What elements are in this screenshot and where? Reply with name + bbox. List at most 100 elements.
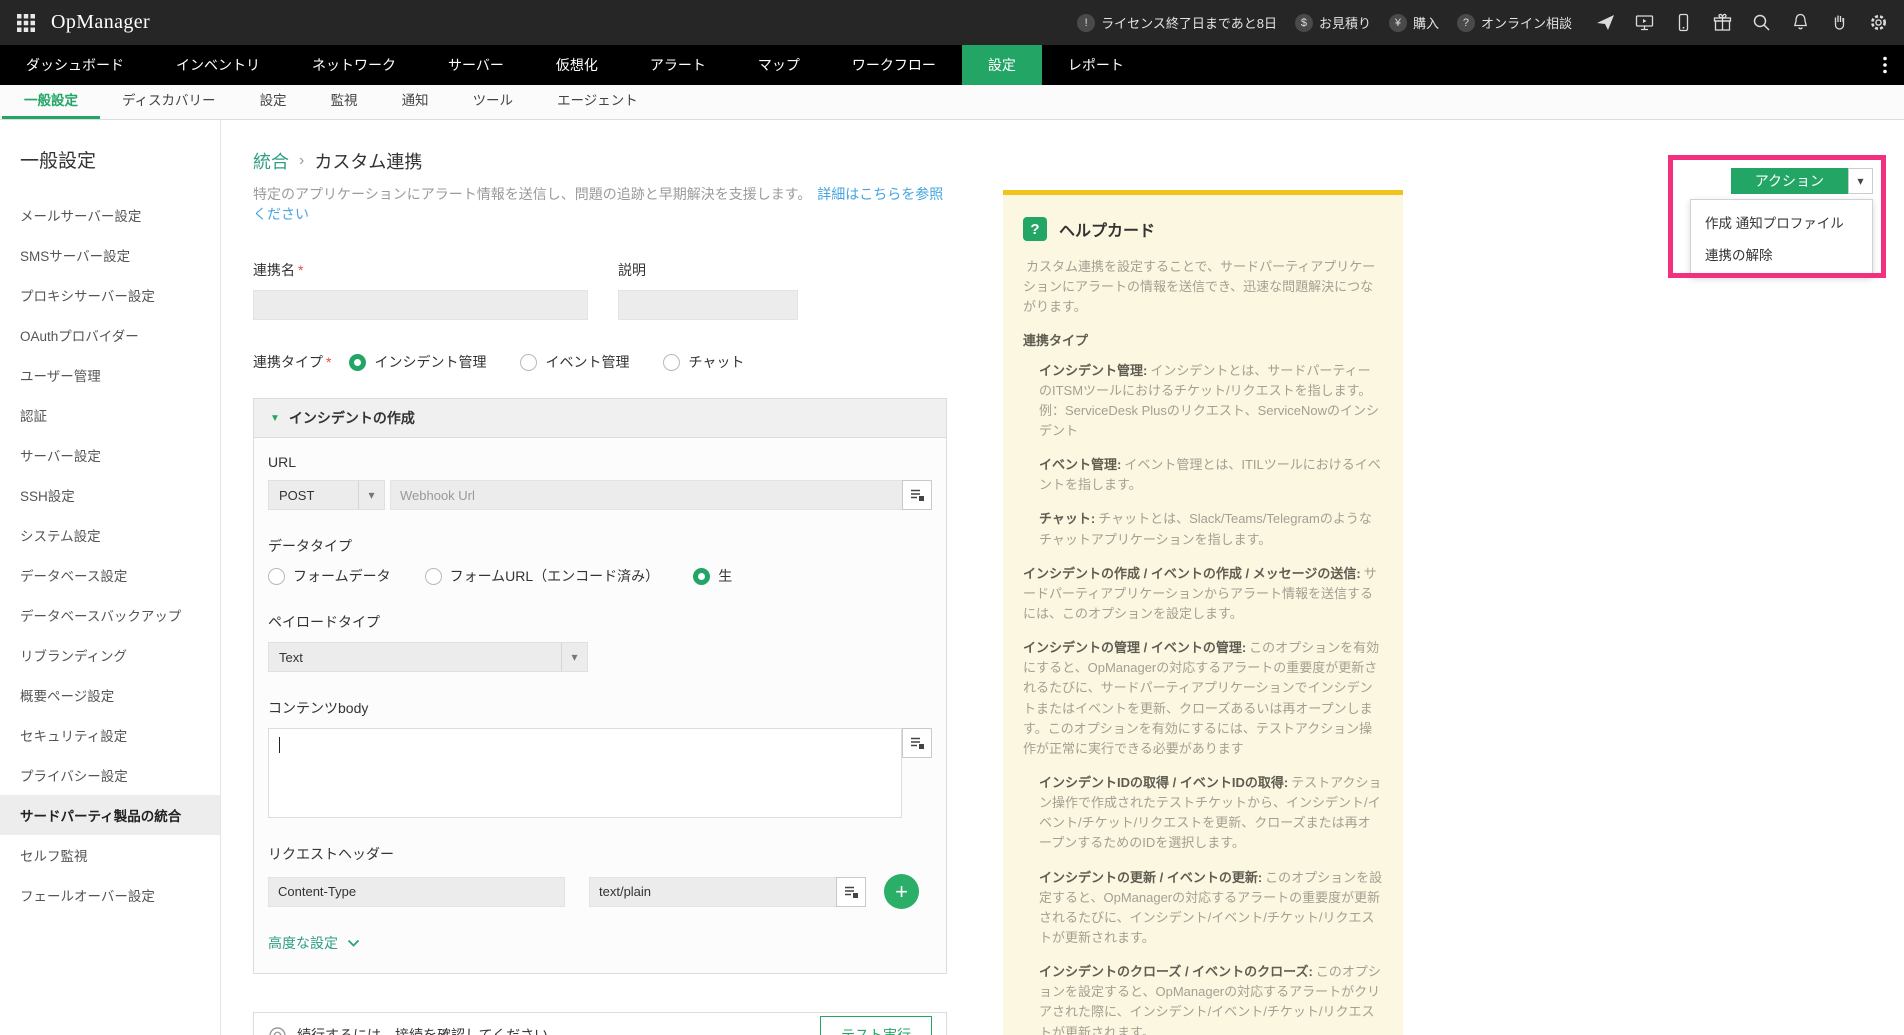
header-value-wrap — [589, 877, 866, 907]
insert-variable-icon — [843, 884, 859, 900]
notice-badge-icon: ! — [1077, 14, 1095, 32]
description-input[interactable] — [618, 290, 798, 320]
sidebar-item[interactable]: SMSサーバー設定 — [0, 235, 220, 275]
sidebar-item[interactable]: 認証 — [0, 395, 220, 435]
action-menu-item[interactable]: 作成 通知プロファイル — [1691, 206, 1872, 238]
help-card: ? ヘルプカード カスタム連携を設定することで、サードパーティアプリケーションに… — [1003, 190, 1403, 1035]
header-name-input[interactable] — [268, 877, 565, 907]
http-method-select[interactable]: POST ▾ — [268, 480, 385, 510]
page-title: カスタム連携 — [314, 148, 422, 174]
nav-item[interactable]: マップ — [732, 45, 826, 85]
advanced-settings-link[interactable]: 高度な設定 — [268, 933, 932, 953]
breadcrumb-parent-link[interactable]: 統合 — [253, 148, 289, 174]
nav-item[interactable]: レポート — [1042, 45, 1150, 85]
add-header-button[interactable]: + — [884, 874, 919, 909]
subnav-item[interactable]: 通知 — [380, 85, 451, 119]
bell-icon[interactable] — [1791, 13, 1810, 32]
webhook-url-input[interactable] — [390, 480, 902, 510]
action-menu-item[interactable]: 連携の解除 — [1691, 238, 1872, 270]
subnav-item[interactable]: 一般設定 — [2, 85, 100, 119]
sidebar-item[interactable]: データベース設定 — [0, 555, 220, 595]
sidebar-item[interactable]: システム設定 — [0, 515, 220, 555]
nav-item[interactable]: ワークフロー — [826, 45, 962, 85]
test-run-button[interactable]: テスト実行 — [820, 1016, 932, 1035]
notice-badge-icon: $ — [1295, 14, 1313, 32]
help-card-paragraph: イベント管理:イベント管理とは、ITILツールにおけるイベントを指します。 — [1039, 455, 1383, 495]
sidebar-item[interactable]: サードパーティ製品の統合 — [0, 795, 220, 835]
topbar-notice[interactable]: $ お見積り — [1295, 13, 1371, 32]
radio-icon — [693, 568, 710, 585]
help-card-paragraph: インシデントの作成 / イベントの作成 / メッセージの送信:サードパーティアプ… — [1023, 564, 1383, 624]
sidebar-item[interactable]: OAuthプロバイダー — [0, 315, 220, 355]
sidebar-item[interactable]: サーバー設定 — [0, 435, 220, 475]
radio-label: 生 — [718, 566, 732, 586]
nav-item[interactable]: インベントリ — [150, 45, 286, 85]
topbar-notice[interactable]: ! ライセンス終了日まであと8日 — [1077, 13, 1277, 32]
subnav-item[interactable]: ディスカバリー — [100, 85, 238, 119]
sidebar-item[interactable]: セルフ監視 — [0, 835, 220, 875]
radio-icon — [520, 354, 537, 371]
help-card-body: カスタム連携を設定することで、サードパーティアプリケーションにアラートの情報を送… — [1023, 257, 1383, 1035]
search-icon[interactable] — [1752, 13, 1771, 32]
insert-variable-button[interactable] — [902, 728, 932, 758]
nav-item[interactable]: サーバー — [422, 45, 530, 85]
subnav-item[interactable]: エージェント — [535, 85, 660, 119]
integration-type-radio[interactable]: チャット — [663, 352, 744, 372]
phone-icon[interactable] — [1674, 13, 1693, 32]
content-body-textarea[interactable] — [268, 728, 902, 818]
presentation-icon[interactable] — [1635, 13, 1654, 32]
radio-label: チャット — [688, 352, 744, 372]
subnav-item[interactable]: ツール — [451, 85, 536, 119]
hand-icon[interactable] — [1830, 13, 1849, 32]
action-button[interactable]: アクション — [1731, 168, 1848, 194]
insert-variable-button[interactable] — [836, 877, 866, 907]
integration-type-radio[interactable]: イベント管理 — [520, 352, 629, 372]
sidebar-item[interactable]: 概要ページ設定 — [0, 675, 220, 715]
chevron-down-icon: ▾ — [358, 481, 384, 509]
nav-item[interactable]: 仮想化 — [530, 45, 624, 85]
nav-item[interactable]: アラート — [624, 45, 732, 85]
integration-name-field: 連携名* — [253, 260, 588, 320]
integration-name-input[interactable] — [253, 290, 588, 320]
integration-type-radio[interactable]: インシデント管理 — [349, 352, 486, 372]
datatype-radio[interactable]: 生 — [693, 566, 732, 586]
payload-type-select[interactable]: Text ▾ — [268, 642, 588, 672]
sidebar-item[interactable]: セキュリティ設定 — [0, 715, 220, 755]
nav-item[interactable]: ネットワーク — [286, 45, 422, 85]
gear-icon[interactable] — [1869, 13, 1888, 32]
sidebar-item[interactable]: リブランディング — [0, 635, 220, 675]
datatype-radio[interactable]: フォームURL（エンコード済み） — [425, 566, 660, 586]
incident-create-header[interactable]: ▼ インシデントの作成 — [254, 399, 946, 438]
nav-item[interactable]: ダッシュボード — [0, 45, 150, 85]
description-label: 説明 — [618, 260, 798, 280]
sidebar-item[interactable]: SSH設定 — [0, 475, 220, 515]
paper-plane-icon[interactable] — [1596, 13, 1615, 32]
overflow-menu-icon[interactable] — [1866, 45, 1904, 85]
url-row: POST ▾ — [268, 480, 932, 510]
sidebar-item[interactable]: プライバシー設定 — [0, 755, 220, 795]
radio-label: フォームURL（エンコード済み） — [450, 566, 660, 586]
sidebar-item[interactable]: ユーザー管理 — [0, 355, 220, 395]
apps-grid-icon[interactable] — [16, 13, 36, 33]
sidebar-item[interactable]: メールサーバー設定 — [0, 195, 220, 235]
action-area: アクション ▾ 作成 通知プロファイル連携の解除 — [1690, 168, 1873, 277]
help-card-paragraph: 連携タイプ — [1023, 331, 1383, 351]
action-dropdown-toggle[interactable]: ▾ — [1848, 168, 1873, 194]
sidebar-item[interactable]: データベースバックアップ — [0, 595, 220, 635]
gift-icon[interactable] — [1713, 13, 1732, 32]
datatype-label: データタイプ — [268, 536, 932, 556]
insert-variable-button[interactable] — [902, 480, 932, 510]
topbar-notice[interactable]: ¥ 購入 — [1389, 13, 1439, 32]
header-value-input[interactable] — [589, 877, 836, 907]
chevron-down-icon: ▾ — [561, 643, 587, 671]
insert-variable-icon — [909, 487, 925, 503]
datatype-radio[interactable]: フォームデータ — [268, 566, 391, 586]
sidebar-item[interactable]: フェールオーバー設定 — [0, 875, 220, 915]
breadcrumb-separator-icon: › — [299, 152, 304, 170]
notice-badge-icon: ¥ — [1389, 14, 1407, 32]
subnav-item[interactable]: 監視 — [309, 85, 380, 119]
sidebar-item[interactable]: プロキシサーバー設定 — [0, 275, 220, 315]
subnav-item[interactable]: 設定 — [238, 85, 309, 119]
topbar-notice[interactable]: ? オンライン相談 — [1457, 13, 1572, 32]
nav-item[interactable]: 設定 — [962, 45, 1042, 85]
